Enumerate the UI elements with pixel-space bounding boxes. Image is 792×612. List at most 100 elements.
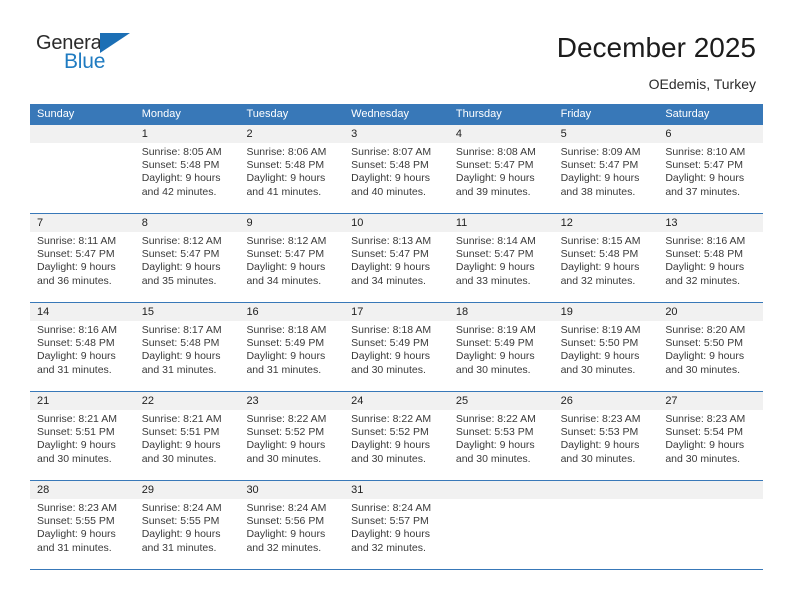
sunset-text: Sunset: 5:55 PM [141,515,220,528]
day-cell[interactable]: Sunrise: 8:10 AM Sunset: 5:47 PM Daylight:… [658,143,763,213]
day-number[interactable]: 1 [135,125,240,143]
day-cell[interactable]: Sunrise: 8:18 AM Sunset: 5:49 PM Daylight:… [239,321,344,391]
day-cell[interactable]: Sunrise: 8:24 AM Sunset: 5:57 PM Daylight:… [344,499,449,569]
day-cell[interactable]: Sunrise: 8:22 AM Sunset: 5:52 PM Daylight:… [239,410,344,480]
day-cell[interactable]: Sunrise: 8:22 AM Sunset: 5:52 PM Daylight:… [344,410,449,480]
day-cell[interactable]: Sunrise: 8:11 AM Sunset: 5:47 PM Daylight:… [30,232,135,302]
day-cell[interactable]: Sunrise: 8:09 AM Sunset: 5:47 PM Daylight:… [554,143,659,213]
day-number[interactable]: 24 [344,392,449,410]
calendar-week-row: 14 15 16 17 18 19 20 Sunrise: 8:16 AM Sunset: 5:… [30,302,763,391]
day-cell[interactable]: Sunrise: 8:23 AM Sunset: 5:53 PM Daylight:… [554,410,659,480]
day-number-empty [554,481,659,499]
day-cell[interactable]: Sunrise: 8:13 AM Sunset: 5:47 PM Daylight:… [344,232,449,302]
day-number[interactable]: 25 [449,392,554,410]
day-number[interactable]: 3 [344,125,449,143]
day-cell[interactable]: Sunrise: 8:24 AM Sunset: 5:56 PM Daylight:… [239,499,344,569]
day-number[interactable]: 2 [239,125,344,143]
day-cell[interactable]: Sunrise: 8:12 AM Sunset: 5:47 PM Daylight:… [135,232,240,302]
day-cell[interactable]: Sunrise: 8:16 AM Sunset: 5:48 PM Daylight:… [30,321,135,391]
day-cell[interactable]: Sunrise: 8:21 AM Sunset: 5:51 PM Daylight:… [135,410,240,480]
day-number-band: 28 29 30 31 [30,481,763,499]
day-cell[interactable]: Sunrise: 8:17 AM Sunset: 5:48 PM Daylight:… [135,321,240,391]
sunset-text: Sunset: 5:48 PM [141,337,220,350]
daylight-text-cont: and 30 minutes. [560,452,636,465]
day-number[interactable]: 23 [239,392,344,410]
day-cell[interactable]: Sunrise: 8:20 AM Sunset: 5:50 PM Daylight:… [658,321,763,391]
day-number[interactable]: 5 [554,125,659,143]
daylight-text: Daylight: 9 hours [560,350,640,363]
day-number[interactable]: 9 [239,214,344,232]
daylight-text: Daylight: 9 hours [351,439,430,452]
day-cell[interactable]: Sunrise: 8:21 AM Sunset: 5:51 PM Daylight:… [30,410,135,480]
sunset-text: Sunset: 5:50 PM [560,337,639,350]
day-number[interactable]: 20 [658,303,763,321]
daylight-text: Daylight: 9 hours [351,528,430,541]
day-number[interactable]: 10 [344,214,449,232]
daylight-text-cont: and 30 minutes. [560,363,636,376]
day-cell[interactable]: Sunrise: 8:16 AM Sunset: 5:48 PM Daylight:… [658,232,763,302]
daylight-text: Daylight: 9 hours [560,261,640,274]
day-number[interactable]: 22 [135,392,240,410]
day-number[interactable]: 12 [554,214,659,232]
sunrise-text: Sunrise: 8:08 AM [455,146,536,158]
day-number[interactable]: 28 [30,481,135,499]
daylight-text-cont: and 30 minutes. [141,452,217,465]
daylight-text: Daylight: 9 hours [455,172,535,185]
sunrise-text: Sunrise: 8:20 AM [665,324,746,336]
sunrise-text: Sunrise: 8:05 AM [141,146,222,158]
day-number[interactable]: 21 [30,392,135,410]
page-header: General Blue December 2025 OEdemis, Turk… [0,0,792,92]
day-number[interactable]: 29 [135,481,240,499]
sunset-text: Sunset: 5:54 PM [665,426,743,439]
day-number[interactable]: 14 [30,303,135,321]
day-number[interactable]: 11 [449,214,554,232]
calendar-weeks: 1 2 3 4 5 6 Sunrise: 8:05 AM Sunset: 5:48 PM Day… [30,125,763,569]
day-cell[interactable]: Sunrise: 8:23 AM Sunset: 5:55 PM Daylight:… [30,499,135,569]
daylight-text-cont: and 38 minutes. [560,185,636,198]
sunrise-text: Sunrise: 8:24 AM [141,502,222,514]
day-number[interactable]: 26 [554,392,659,410]
location-label: OEdemis, Turkey [648,76,756,92]
day-number[interactable]: 19 [554,303,659,321]
day-cell[interactable]: Sunrise: 8:07 AM Sunset: 5:48 PM Daylight:… [344,143,449,213]
day-number[interactable]: 6 [658,125,763,143]
sunset-text: Sunset: 5:48 PM [665,248,743,261]
day-number[interactable]: 16 [239,303,344,321]
day-number[interactable]: 15 [135,303,240,321]
day-cell[interactable]: Sunrise: 8:24 AM Sunset: 5:55 PM Daylight:… [135,499,240,569]
calendar-week-row: 1 2 3 4 5 6 Sunrise: 8:05 AM Sunset: 5:48 PM Day… [30,125,763,213]
day-number[interactable]: 18 [449,303,554,321]
day-number[interactable]: 17 [344,303,449,321]
sunset-text: Sunset: 5:53 PM [455,426,534,439]
day-number[interactable]: 4 [449,125,554,143]
day-cell[interactable]: Sunrise: 8:19 AM Sunset: 5:49 PM Daylight:… [449,321,554,391]
day-number-band: 123456 [30,125,763,143]
day-cell[interactable]: Sunrise: 8:05 AM Sunset: 5:48 PM Daylight:… [135,143,240,213]
day-number[interactable]: 7 [30,214,135,232]
day-number[interactable]: 13 [658,214,763,232]
brand-name-blue: Blue [64,50,106,73]
day-cell[interactable]: Sunrise: 8:14 AM Sunset: 5:47 PM Daylight:… [449,232,554,302]
sunset-text: Sunset: 5:56 PM [246,515,325,528]
day-cell[interactable]: Sunrise: 8:08 AM Sunset: 5:47 PM Daylight:… [449,143,554,213]
sunrise-text: Sunrise: 8:12 AM [246,235,327,247]
daylight-text-cont: and 35 minutes. [141,274,217,287]
day-cell[interactable]: Sunrise: 8:18 AM Sunset: 5:49 PM Daylight:… [344,321,449,391]
brand-logo[interactable]: General Blue [36,32,156,78]
day-number[interactable]: 8 [135,214,240,232]
daylight-text-cont: and 31 minutes. [141,363,217,376]
day-cell[interactable]: Sunrise: 8:22 AM Sunset: 5:53 PM Daylight:… [449,410,554,480]
weekday-header-row: Sunday Monday Tuesday Wednesday Thursday Frid… [30,104,763,125]
day-number[interactable]: 31 [344,481,449,499]
day-cell[interactable]: Sunrise: 8:06 AM Sunset: 5:48 PM Daylight:… [239,143,344,213]
daylight-text-cont: and 31 minutes. [37,541,112,554]
day-cell[interactable]: Sunrise: 8:15 AM Sunset: 5:48 PM Daylight:… [554,232,659,302]
sunset-text: Sunset: 5:47 PM [560,159,639,172]
sunrise-text: Sunrise: 8:19 AM [560,324,641,336]
day-cell[interactable]: Sunrise: 8:23 AM Sunset: 5:54 PM Daylight:… [658,410,763,480]
daylight-text: Daylight: 9 hours [351,172,430,185]
day-cell[interactable]: Sunrise: 8:19 AM Sunset: 5:50 PM Daylight:… [554,321,659,391]
day-cell[interactable]: Sunrise: 8:12 AM Sunset: 5:47 PM Daylight:… [239,232,344,302]
day-number[interactable]: 27 [658,392,763,410]
day-number[interactable]: 30 [239,481,344,499]
